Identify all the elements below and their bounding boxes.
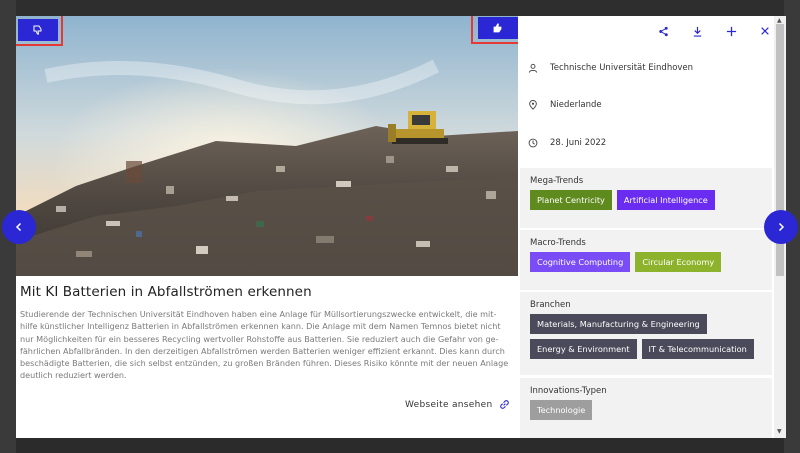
scroll-down-arrow-icon[interactable]: ▼: [777, 428, 782, 435]
section-title: Branchen: [530, 300, 571, 310]
close-button[interactable]: [758, 24, 772, 38]
innovation-types-section: Innovations-Typen Technologie: [520, 378, 772, 438]
article-title: Mit KI Batterien in Abfallströmen erkenn…: [20, 284, 312, 300]
previous-button[interactable]: [2, 210, 36, 244]
plus-icon: [726, 26, 736, 36]
website-link[interactable]: Webseite ansehen: [405, 399, 510, 410]
person-icon: [528, 63, 538, 73]
share-icon: [658, 26, 668, 36]
tag-technologie[interactable]: Technologie: [530, 400, 593, 420]
meta-organization: Technische Universität Eindhoven: [528, 63, 693, 73]
section-title: Macro-Trends: [530, 238, 586, 248]
tag-cognitive-computing[interactable]: Cognitive Computing: [530, 252, 631, 272]
share-button[interactable]: [656, 24, 670, 38]
toolbar: [656, 24, 772, 38]
download-button[interactable]: [690, 24, 704, 38]
thumbs-up-button[interactable]: [478, 17, 518, 39]
section-title: Innovations-Typen: [530, 386, 607, 396]
add-button[interactable]: [724, 24, 738, 38]
tag-planet-centricity[interactable]: Planet Centricity: [530, 190, 612, 210]
tag-circular-economy[interactable]: Circular Economy: [635, 252, 722, 272]
branchen-section: Branchen Materials, Manufacturing & Engi…: [520, 292, 772, 375]
section-title: Mega-Trends: [530, 176, 584, 186]
tag-materials-manufacturing[interactable]: Materials, Manufacturing & Engineering: [530, 314, 707, 334]
mega-trends-section: Mega-Trends Planet Centricity Artificial…: [520, 168, 772, 228]
tag-it-telecommunication[interactable]: IT & Telecommunication: [641, 339, 754, 359]
location-pin-icon: [529, 100, 537, 110]
article-body: Studierende der Technischen Universität …: [20, 309, 509, 381]
tag-energy-environment[interactable]: Energy & Environment: [530, 339, 637, 359]
link-icon: [500, 400, 510, 409]
download-icon: [693, 26, 701, 37]
detail-modal: Mit KI Batterien in Abfallströmen erkenn…: [16, 16, 786, 438]
organization-text: Technische Universität Eindhoven: [550, 63, 694, 73]
meta-date: 28. Juni 2022: [528, 138, 606, 148]
chevron-left-icon: [15, 222, 22, 232]
scroll-up-arrow-icon[interactable]: ▲: [777, 17, 782, 24]
chevron-right-icon: [778, 222, 785, 232]
country-text: Niederlande: [550, 100, 602, 110]
next-button[interactable]: [764, 210, 798, 244]
article-panel: Mit KI Batterien in Abfallströmen erkenn…: [16, 16, 524, 438]
date-text: 28. Juni 2022: [550, 138, 607, 148]
backdrop-top: [0, 0, 800, 16]
macro-trends-section: Macro-Trends Cognitive Computing Circula…: [520, 230, 772, 290]
landfill-illustration: [16, 16, 518, 276]
meta-country: Niederlande: [528, 100, 602, 110]
clock-icon: [528, 138, 538, 148]
thumbs-up-icon: [493, 23, 502, 33]
tag-artificial-intelligence[interactable]: Artificial Intelligence: [616, 190, 715, 210]
thumbs-down-icon: [33, 25, 42, 35]
close-icon: [761, 27, 769, 35]
thumbs-down-button[interactable]: [18, 19, 58, 41]
website-link-label: Webseite ansehen: [405, 399, 493, 410]
details-panel: Technische Universität Eindhoven Niederl…: [518, 16, 786, 438]
hero-image: [16, 16, 518, 276]
